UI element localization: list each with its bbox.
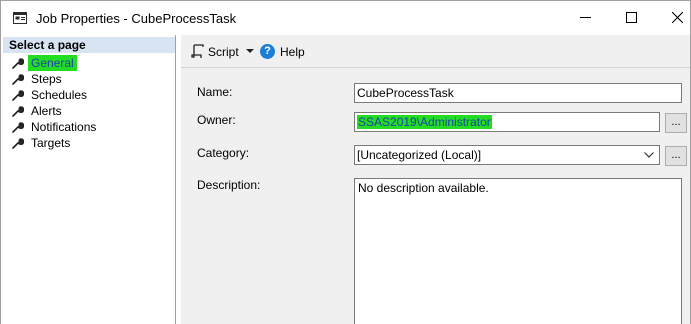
general-page-content: Name: CubeProcessTask Owner: SSAS2019\Ad… bbox=[181, 68, 690, 324]
wrench-icon bbox=[12, 74, 24, 85]
wrench-icon bbox=[12, 106, 24, 117]
script-icon bbox=[191, 44, 204, 58]
owner-field[interactable]: SSAS2019\Administrator bbox=[354, 112, 660, 132]
sidebar-item-label: Steps bbox=[31, 72, 62, 86]
wrench-icon bbox=[12, 58, 24, 69]
category-label: Category: bbox=[197, 146, 250, 160]
wrench-icon bbox=[12, 122, 24, 133]
name-field[interactable]: CubeProcessTask bbox=[354, 83, 682, 103]
sidebar-item-label: Alerts bbox=[31, 104, 62, 118]
name-label: Name: bbox=[197, 85, 233, 99]
category-value: [Uncategorized (Local)] bbox=[357, 148, 482, 162]
owner-value: SSAS2019\Administrator bbox=[357, 115, 492, 129]
minimize-icon bbox=[580, 17, 591, 18]
close-button[interactable] bbox=[655, 1, 690, 33]
job-properties-window: Job Properties - CubeProcessTask Select … bbox=[0, 0, 691, 324]
category-browse-button[interactable]: ... bbox=[665, 146, 687, 166]
help-label: Help bbox=[280, 45, 305, 59]
select-page-header: Select a page bbox=[3, 37, 175, 53]
window-app-icon bbox=[13, 12, 27, 24]
page-selector-pane: Select a page General Steps Schedules Al… bbox=[3, 35, 176, 324]
minimize-button[interactable] bbox=[563, 1, 609, 33]
wrench-icon bbox=[12, 90, 24, 101]
close-icon bbox=[672, 12, 683, 23]
window-title: Job Properties - CubeProcessTask bbox=[36, 11, 237, 26]
wrench-icon bbox=[12, 138, 24, 149]
sidebar-item-label: Notifications bbox=[31, 120, 97, 134]
owner-label: Owner: bbox=[197, 113, 236, 127]
maximize-icon bbox=[626, 12, 637, 23]
title-bar[interactable]: Job Properties - CubeProcessTask bbox=[1, 1, 690, 35]
owner-browse-button[interactable]: ... bbox=[665, 113, 687, 133]
description-textarea[interactable]: No description available. bbox=[354, 178, 682, 324]
category-select[interactable]: [Uncategorized (Local)] bbox=[354, 145, 660, 165]
script-dropdown-arrow-icon[interactable] bbox=[246, 42, 254, 60]
script-label: Script bbox=[208, 45, 239, 59]
sidebar-item-label: Schedules bbox=[31, 88, 88, 102]
help-icon: ? bbox=[260, 44, 275, 59]
sidebar-item-label: General bbox=[28, 55, 77, 71]
description-label: Description: bbox=[197, 178, 261, 192]
chevron-down-icon bbox=[644, 152, 654, 158]
toolbar: Script ? Help bbox=[181, 35, 690, 67]
sidebar-item-label: Targets bbox=[31, 136, 71, 150]
maximize-button[interactable] bbox=[609, 1, 655, 33]
